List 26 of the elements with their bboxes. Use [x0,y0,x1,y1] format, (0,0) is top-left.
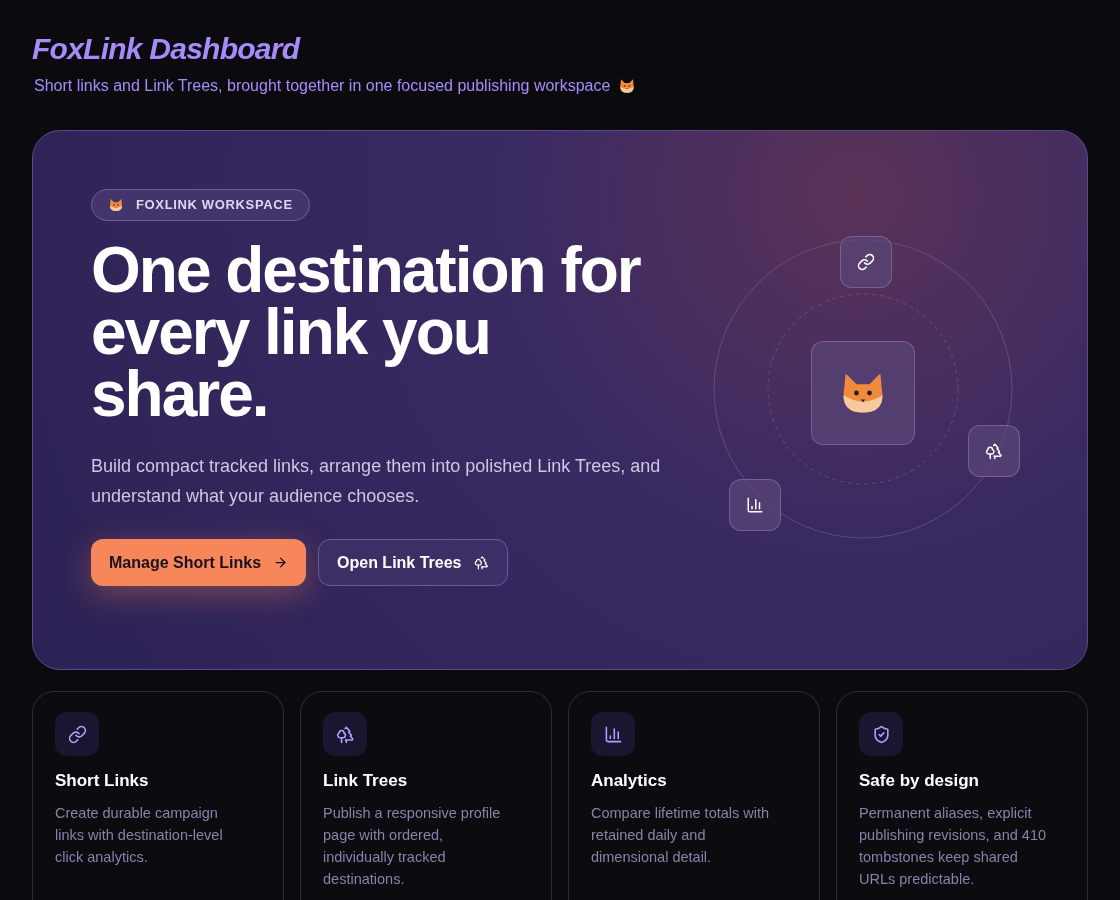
feature-description: Compare lifetime totals with retained daily and dimensional detail. [591,804,771,867]
badge-text: FOXLINK WORKSPACE [136,196,293,215]
feature-title: Link Trees [323,770,409,792]
link-icon [857,253,875,271]
feature-description: Publish a responsive profile page with ordered, individually tracked destinations. [323,804,502,889]
feature-description: Permanent aliases, explicit publishing revisions, and 410 tombstones keep shared URLs predictable. [859,804,1047,889]
fox-icon [618,77,637,95]
dashboard-title: FoxLink Dashboard [32,34,302,64]
dashboard-subtitle: Short links and Link Trees, brought together in one focused publishing workspace [34,76,611,96]
feature-title: Safe by design [859,770,980,792]
arrow-right-icon [273,555,289,570]
trees-icon [985,442,1003,460]
shield-check-icon [871,724,891,744]
bar-chart-icon [603,724,623,744]
feature-title: Analytics [591,770,668,792]
hero-heading: One destination for every link you share. [91,239,642,425]
trees-icon [335,724,355,744]
open-link-trees-button[interactable]: Open Link Trees [318,539,508,586]
hero-description: Build compact tracked links, arrange them into polished Link Trees, and understand what your audience chooses. [91,455,662,508]
manage-links-button[interactable]: Manage Short Links [91,539,307,586]
fox-icon [108,197,124,213]
link-icon [67,724,87,744]
feature-title: Short Links [55,770,150,792]
feature-description: Create durable campaign links with destination-level click analytics. [55,804,224,867]
bar-chart-icon [746,496,764,514]
trees-icon [473,555,489,570]
